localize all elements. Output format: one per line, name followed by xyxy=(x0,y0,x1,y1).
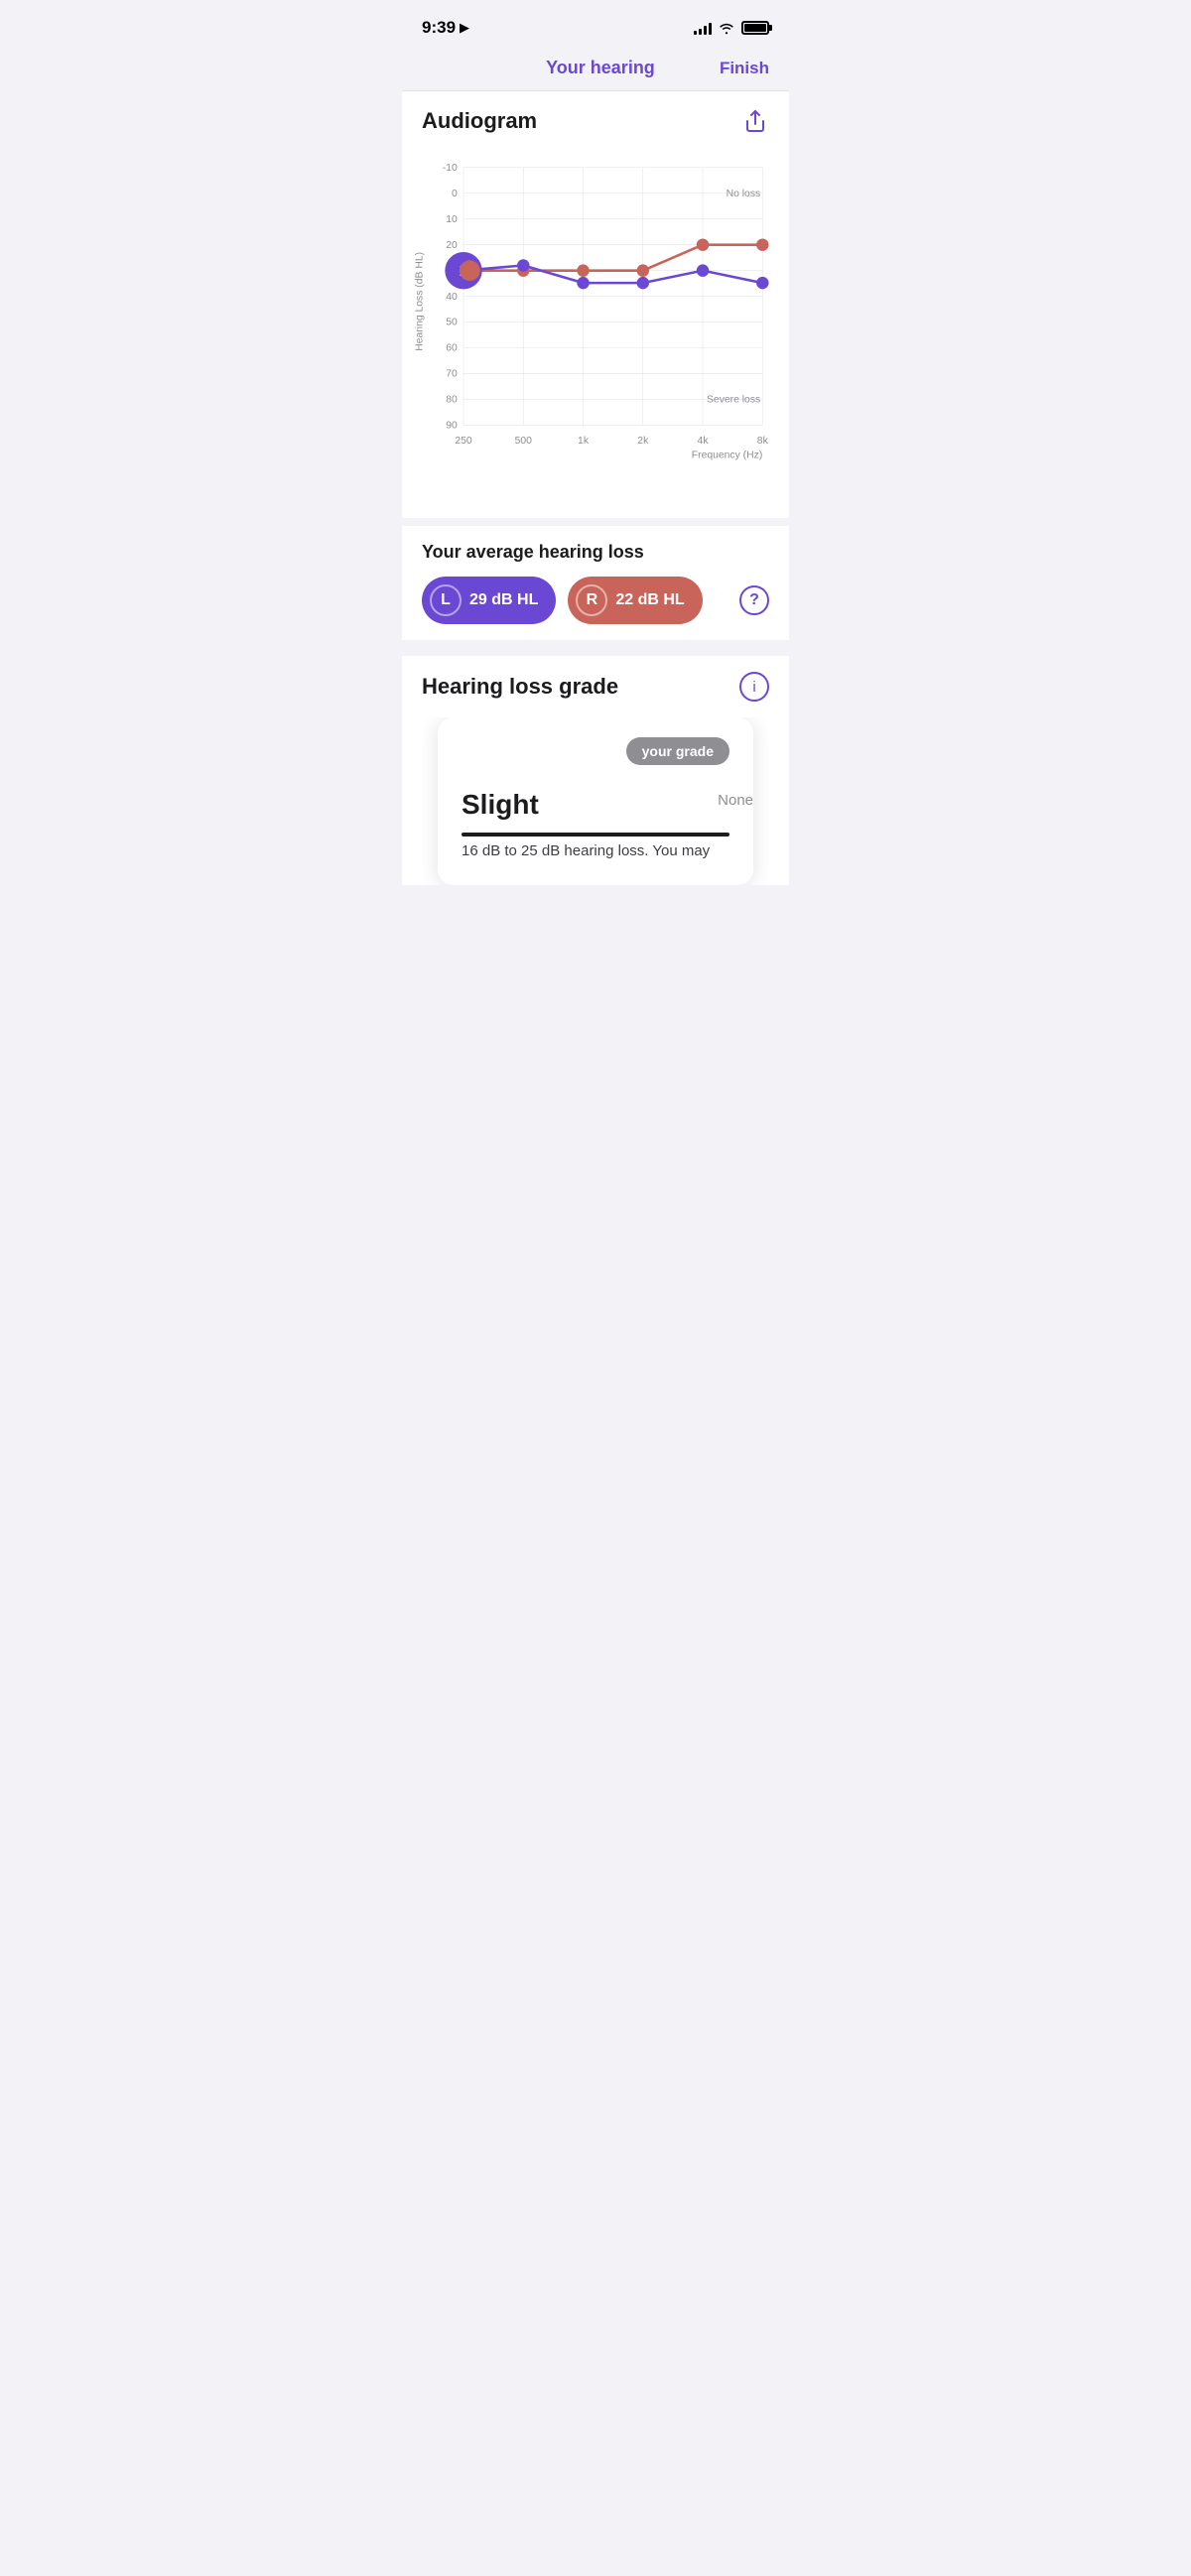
left-500-point xyxy=(517,259,529,271)
grade-info-button[interactable]: i xyxy=(739,672,769,702)
status-icons xyxy=(694,21,769,35)
right-250-badge xyxy=(460,260,480,281)
grade-badge-label: your grade xyxy=(626,737,729,765)
finish-button[interactable]: Finish xyxy=(720,59,769,78)
y-axis-label: Hearing Loss (dB HL) xyxy=(414,252,425,351)
left-ear-line xyxy=(463,265,762,283)
svg-text:500: 500 xyxy=(515,436,533,447)
right-8k-point xyxy=(756,238,768,250)
svg-text:No loss: No loss xyxy=(727,189,761,199)
audiogram-section: Audiogram Hearing Loss (dB HL) xyxy=(402,91,789,518)
grade-card: your grade Slight 16 dB to 25 dB hearing… xyxy=(438,717,753,885)
nav-title: Your hearing xyxy=(481,58,720,78)
audiogram-header: Audiogram xyxy=(402,91,789,147)
svg-text:-10: -10 xyxy=(443,163,458,174)
location-icon: ▶ xyxy=(460,20,469,36)
avg-info-button[interactable]: ? xyxy=(739,585,769,615)
battery-icon xyxy=(741,21,769,35)
right-2k-point xyxy=(637,264,649,276)
audiogram-title: Audiogram xyxy=(422,108,537,134)
svg-text:0: 0 xyxy=(452,189,458,199)
divider-1 xyxy=(402,648,789,656)
left-ear-badge: L 29 dB HL xyxy=(422,577,556,624)
grade-description: 16 dB to 25 dB hearing loss. You may xyxy=(462,840,729,861)
svg-text:90: 90 xyxy=(446,421,458,432)
right-ear-letter: R xyxy=(576,584,607,616)
svg-text:Severe loss: Severe loss xyxy=(707,395,760,406)
grade-header: Hearing loss grade i xyxy=(422,672,769,702)
right-ear-badge: R 22 dB HL xyxy=(568,577,702,624)
avg-badges: L 29 dB HL R 22 dB HL ? xyxy=(422,577,769,624)
avg-title: Your average hearing loss xyxy=(422,542,769,563)
grade-title: Hearing loss grade xyxy=(422,674,618,700)
avg-info-label: ? xyxy=(749,591,759,609)
left-ear-letter: L xyxy=(430,584,462,616)
nav-bar: Your hearing Finish xyxy=(402,50,789,91)
grade-info-label: i xyxy=(752,679,755,696)
right-4k-point xyxy=(697,238,709,250)
svg-text:8k: 8k xyxy=(757,436,769,447)
left-4k-point xyxy=(697,264,709,276)
svg-text:80: 80 xyxy=(446,395,458,406)
signal-icon xyxy=(694,21,712,35)
left-1k-point xyxy=(577,277,589,289)
svg-text:20: 20 xyxy=(446,240,458,251)
hearing-loss-grade-section: Hearing loss grade i your grade Slight 1… xyxy=(402,656,789,885)
none-label: None xyxy=(718,792,753,809)
share-button[interactable] xyxy=(741,107,769,135)
grade-name: Slight xyxy=(462,789,729,821)
right-1k-point xyxy=(577,264,589,276)
grade-card-wrapper: your grade Slight 16 dB to 25 dB hearing… xyxy=(422,717,769,885)
svg-text:60: 60 xyxy=(446,343,458,354)
status-bar: 9:39 ▶ xyxy=(402,0,789,50)
left-2k-point xyxy=(637,277,649,289)
left-ear-value: 29 dB HL xyxy=(469,591,538,609)
wifi-icon xyxy=(718,21,735,35)
left-8k-point xyxy=(756,277,768,289)
grade-progress-bar xyxy=(462,833,729,837)
average-hearing-loss-section: Your average hearing loss L 29 dB HL R 2… xyxy=(402,526,789,640)
svg-text:2k: 2k xyxy=(637,436,649,447)
right-ear-value: 22 dB HL xyxy=(615,591,684,609)
svg-text:4k: 4k xyxy=(698,436,710,447)
svg-text:250: 250 xyxy=(455,436,472,447)
audiogram-svg: Hearing Loss (dB HL) -10 0 10 20 30 40 5… xyxy=(410,147,781,497)
svg-text:50: 50 xyxy=(446,318,458,328)
status-time: 9:39 xyxy=(422,18,456,38)
audiogram-chart-container: Hearing Loss (dB HL) -10 0 10 20 30 40 5… xyxy=(402,147,789,518)
svg-text:Frequency (Hz): Frequency (Hz) xyxy=(692,451,763,461)
svg-text:1k: 1k xyxy=(578,436,590,447)
svg-text:40: 40 xyxy=(446,292,458,303)
svg-text:70: 70 xyxy=(446,369,458,380)
svg-text:10: 10 xyxy=(446,214,458,225)
